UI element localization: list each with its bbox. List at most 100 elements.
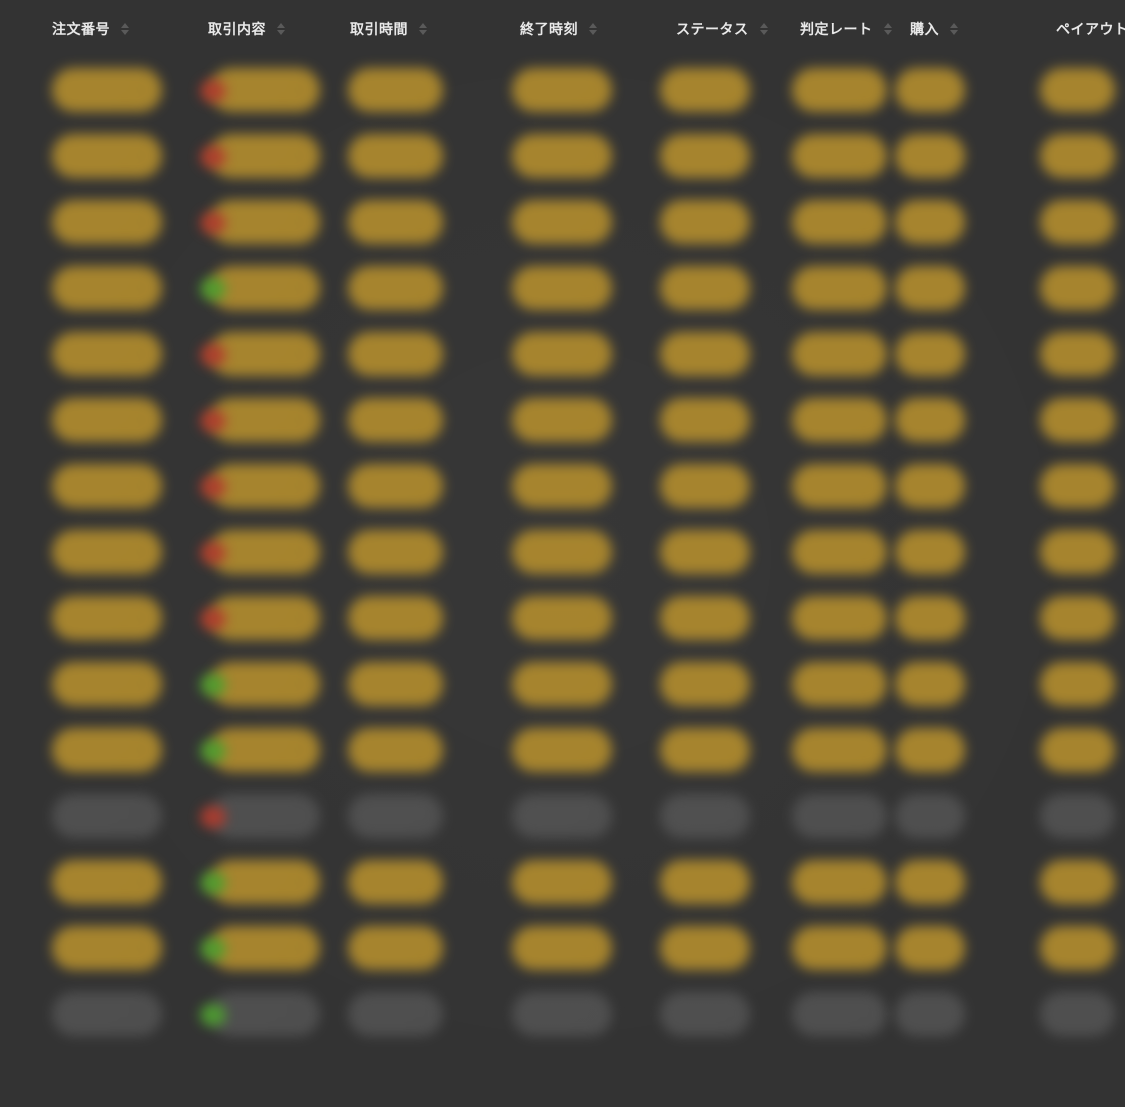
sort-icon[interactable] <box>588 22 598 36</box>
status-cell <box>660 728 750 772</box>
end-time-cell <box>512 728 612 772</box>
end-time-cell <box>512 992 612 1036</box>
purchase-cell <box>895 266 965 310</box>
red-marker-icon <box>200 806 226 828</box>
table-row[interactable] <box>0 454 1125 520</box>
status-cell <box>660 992 750 1036</box>
trade-content-cell <box>210 596 320 640</box>
trade-content-cell <box>210 332 320 376</box>
trade-content-cell <box>210 860 320 904</box>
end-time-cell <box>512 596 612 640</box>
purchase-cell <box>895 926 965 970</box>
sort-icon[interactable] <box>276 22 286 36</box>
trade-content-cell <box>210 134 320 178</box>
red-marker-icon <box>200 80 226 102</box>
judgment-rate-cell <box>792 662 887 706</box>
sort-icon[interactable] <box>759 22 769 36</box>
table-row[interactable] <box>0 652 1125 718</box>
payout-cell <box>1040 662 1115 706</box>
end-time-cell <box>512 398 612 442</box>
payout-cell <box>1040 464 1115 508</box>
purchase-cell <box>895 398 965 442</box>
red-marker-icon <box>200 608 226 630</box>
judgment-rate-cell <box>792 728 887 772</box>
trade-content-cell <box>210 728 320 772</box>
trade-content-cell <box>210 530 320 574</box>
header-label: 購入 <box>910 22 939 38</box>
table-row[interactable] <box>0 982 1125 1048</box>
header-end-time[interactable]: 終了時刻 <box>520 18 598 40</box>
end-time-cell <box>512 464 612 508</box>
judgment-rate-cell <box>792 68 887 112</box>
trade-time-cell <box>348 860 443 904</box>
table-row[interactable] <box>0 586 1125 652</box>
payout-cell <box>1040 728 1115 772</box>
table-row[interactable] <box>0 256 1125 322</box>
header-judgment-rate[interactable]: 判定レート <box>800 18 893 40</box>
table-row[interactable] <box>0 850 1125 916</box>
trade-time-cell <box>348 596 443 640</box>
status-cell <box>660 926 750 970</box>
payout-cell <box>1040 992 1115 1036</box>
end-time-cell <box>512 332 612 376</box>
header-trade-time[interactable]: 取引時間 <box>350 18 428 40</box>
header-label: ペイアウト <box>1056 22 1125 38</box>
purchase-cell <box>895 464 965 508</box>
judgment-rate-cell <box>792 596 887 640</box>
purchase-cell <box>895 596 965 640</box>
table-row[interactable] <box>0 718 1125 784</box>
table-row[interactable] <box>0 520 1125 586</box>
judgment-rate-cell <box>792 926 887 970</box>
end-time-cell <box>512 794 612 838</box>
status-cell <box>660 860 750 904</box>
status-cell <box>660 332 750 376</box>
table-row[interactable] <box>0 190 1125 256</box>
header-status[interactable]: ステータス <box>676 18 769 40</box>
header-label: ステータス <box>676 22 749 38</box>
payout-cell <box>1040 530 1115 574</box>
header-label: 取引時間 <box>350 22 408 38</box>
table-row[interactable] <box>0 916 1125 982</box>
end-time-cell <box>512 200 612 244</box>
trade-history-page: 注文番号 取引内容 取引時間 終了時刻 ステータス 判定レート 購入 ペイアウト <box>0 0 1125 1107</box>
header-trade-content[interactable]: 取引内容 <box>208 18 286 40</box>
sort-icon[interactable] <box>120 22 130 36</box>
table-row[interactable] <box>0 322 1125 388</box>
payout-cell <box>1040 596 1115 640</box>
payout-cell <box>1040 200 1115 244</box>
order-number-cell <box>52 266 162 310</box>
purchase-cell <box>895 992 965 1036</box>
trade-content-cell <box>210 266 320 310</box>
red-marker-icon <box>200 146 226 168</box>
trade-time-cell <box>348 794 443 838</box>
green-marker-icon <box>200 938 226 960</box>
trade-time-cell <box>348 398 443 442</box>
green-marker-icon <box>200 872 226 894</box>
trade-content-cell <box>210 464 320 508</box>
red-marker-icon <box>200 476 226 498</box>
trade-time-cell <box>348 992 443 1036</box>
green-marker-icon <box>200 1004 226 1026</box>
end-time-cell <box>512 662 612 706</box>
trade-content-cell <box>210 926 320 970</box>
judgment-rate-cell <box>792 464 887 508</box>
end-time-cell <box>512 530 612 574</box>
red-marker-icon <box>200 542 226 564</box>
purchase-cell <box>895 728 965 772</box>
table-row[interactable] <box>0 58 1125 124</box>
header-order-number[interactable]: 注文番号 <box>52 18 130 40</box>
sort-icon[interactable] <box>883 22 893 36</box>
table-row[interactable] <box>0 388 1125 454</box>
trade-time-cell <box>348 68 443 112</box>
table-row[interactable] <box>0 124 1125 190</box>
sort-icon[interactable] <box>949 22 959 36</box>
sort-icon[interactable] <box>418 22 428 36</box>
payout-cell <box>1040 68 1115 112</box>
header-payout[interactable]: ペイアウト <box>1056 18 1125 40</box>
table-row[interactable] <box>0 784 1125 850</box>
trade-content-cell <box>210 398 320 442</box>
judgment-rate-cell <box>792 794 887 838</box>
header-purchase[interactable]: 購入 <box>910 18 959 40</box>
table-header: 注文番号 取引内容 取引時間 終了時刻 ステータス 判定レート 購入 ペイアウト <box>0 0 1125 60</box>
judgment-rate-cell <box>792 398 887 442</box>
